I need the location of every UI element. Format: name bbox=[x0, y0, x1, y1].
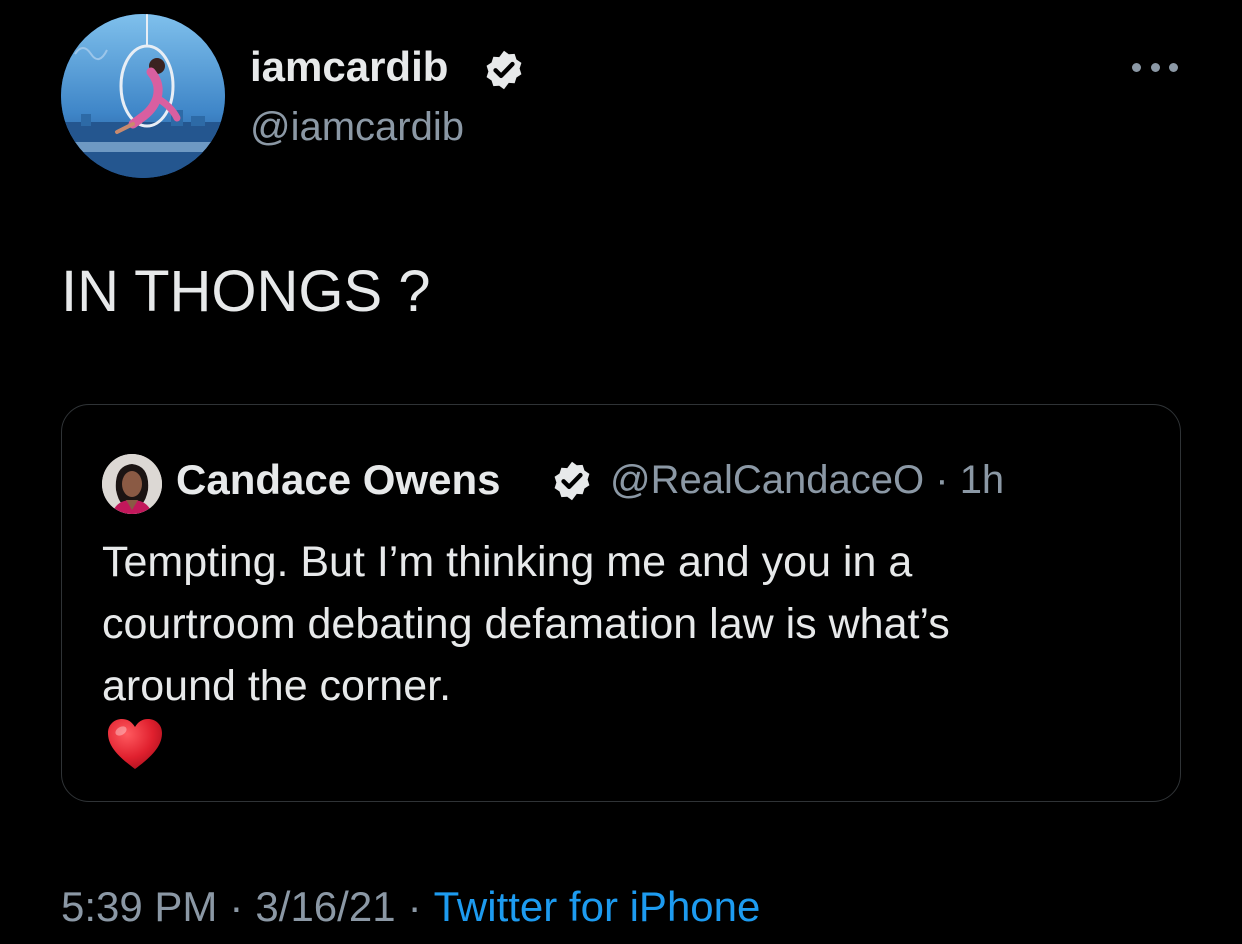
heart-icon bbox=[108, 719, 162, 769]
meta-separator: · bbox=[935, 458, 949, 502]
quoted-tweet-card[interactable]: Candace Owens @RealCandaceO · 1h Temptin… bbox=[61, 404, 1181, 802]
quoted-author-avatar-image bbox=[102, 454, 162, 514]
quoted-author-name[interactable]: Candace Owens bbox=[176, 455, 500, 505]
footer-separator: · bbox=[229, 883, 244, 930]
footer-separator: · bbox=[407, 883, 422, 930]
quoted-tweet-text: Tempting. But I’m thinking me and you in… bbox=[102, 531, 1132, 717]
author-name[interactable]: iamcardib bbox=[250, 42, 448, 92]
quoted-tweet-line: courtroom debating defamation law is wha… bbox=[102, 600, 950, 648]
tweet-date[interactable]: 3/16/21 bbox=[255, 883, 395, 930]
tweet: iamcardib @iamcardib IN THONGS ? Candace… bbox=[0, 0, 1242, 944]
quoted-author-avatar[interactable] bbox=[102, 454, 162, 514]
more-options-icon[interactable] bbox=[1130, 52, 1180, 82]
quoted-tweet-line: Tempting. But I’m thinking me and you in… bbox=[102, 538, 913, 586]
more-dot bbox=[1150, 62, 1160, 72]
quoted-tweet-age[interactable]: 1h bbox=[960, 458, 1005, 502]
tweet-text: IN THONGS ? bbox=[61, 259, 431, 324]
tweet-time[interactable]: 5:39 PM bbox=[61, 883, 217, 930]
quoted-tweet-meta: @RealCandaceO · 1h bbox=[610, 455, 1004, 505]
more-dot bbox=[1132, 62, 1141, 72]
tweet-footer: 5:39 PM · 3/16/21 · Twitter for iPhone bbox=[61, 880, 760, 934]
quoted-tweet-line: around the corner. bbox=[102, 662, 452, 710]
more-dot bbox=[1169, 62, 1178, 72]
quoted-author-handle[interactable]: @RealCandaceO bbox=[610, 458, 924, 502]
author-avatar[interactable] bbox=[61, 14, 225, 178]
author-handle[interactable]: @iamcardib bbox=[250, 103, 464, 151]
tweet-source-link[interactable]: Twitter for iPhone bbox=[434, 883, 761, 930]
author-avatar-image bbox=[61, 14, 225, 178]
verified-badge-icon bbox=[486, 50, 522, 90]
verified-badge-icon bbox=[554, 461, 590, 501]
